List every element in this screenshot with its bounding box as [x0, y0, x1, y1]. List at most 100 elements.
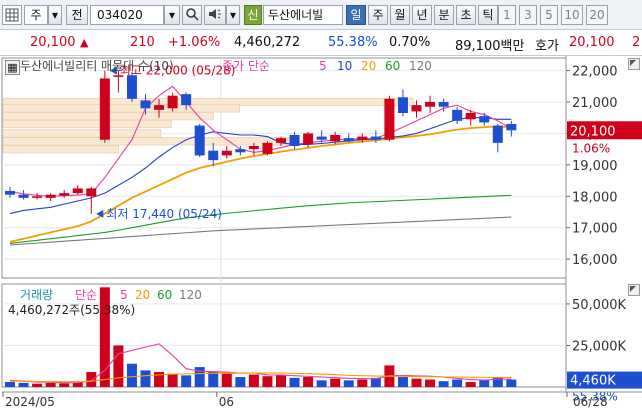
chart-svg[interactable]: 최고 22,000 (05/28)최저 17,440 (05/24)두산에너빌리…: [0, 56, 642, 410]
volume-bar: [276, 375, 286, 387]
volume-bar: [235, 377, 246, 387]
volume-panel-corner-button[interactable]: [628, 284, 640, 296]
search-icon: [186, 8, 199, 21]
price-axis-label: 22,000: [572, 65, 618, 80]
volume-bar: [221, 373, 232, 387]
price-ma-period-5: 5: [319, 59, 327, 73]
volume-bar: [167, 373, 178, 387]
price-axis-label: 18,000: [572, 190, 618, 205]
volume-ma-label: 단순: [75, 288, 97, 302]
volume-bar: [506, 379, 517, 387]
volume-bar: [316, 380, 327, 387]
up-arrow-icon: ▲: [80, 36, 89, 49]
current-price-tag-label: 20,100: [570, 124, 616, 139]
volume-bar: [32, 383, 43, 387]
candle-body: [154, 105, 165, 110]
current-price: 20,100: [30, 35, 76, 50]
volume-bar: [45, 382, 56, 387]
interval-button[interactable]: 3: [519, 5, 537, 25]
quote-extra: 2: [632, 35, 641, 50]
candle-body: [167, 95, 178, 109]
stock-code-input[interactable]: 034020: [90, 5, 164, 25]
interval-button[interactable]: 5: [540, 5, 558, 25]
volume-bar: [5, 382, 15, 387]
chart-settings-icon[interactable]: ▦: [5, 60, 20, 75]
chevron-down-icon: ▾: [229, 8, 237, 22]
volume-bar: [59, 383, 70, 387]
candle-body: [221, 150, 232, 156]
volume-bar: [262, 376, 273, 387]
search-button[interactable]: [182, 5, 202, 25]
candle-body: [357, 136, 368, 140]
grid-icon[interactable]: [2, 5, 22, 25]
candle-body: [411, 105, 422, 112]
period-tab[interactable]: 년: [412, 5, 432, 25]
price-ma-label: 종가 단순: [222, 59, 270, 73]
candle-body: [59, 193, 70, 196]
candle-body: [370, 136, 381, 140]
price-axis-label: 19,000: [572, 159, 618, 174]
price-panel-corner-button[interactable]: [628, 58, 640, 70]
market-type-label: 주: [30, 8, 42, 22]
volume-bar: [357, 379, 368, 387]
volume-bar: [465, 382, 476, 387]
candle-body: [316, 136, 327, 140]
market-type-dropdown[interactable]: ▾: [48, 5, 62, 25]
candle-body: [465, 113, 476, 120]
candle-body: [194, 125, 205, 156]
price-panel-title: 두산에너빌리티 매물대 수(10): [20, 59, 174, 73]
quote-price: 20,100: [569, 35, 615, 50]
candle-body: [140, 100, 151, 109]
code-type-button[interactable]: 전: [66, 5, 88, 25]
credit-badge: 신: [244, 5, 262, 25]
period-tab[interactable]: 틱: [478, 5, 498, 25]
candle-body: [45, 194, 56, 198]
candle-body: [492, 125, 503, 143]
candle-body: [330, 135, 341, 142]
candle-body: [18, 194, 29, 198]
period-tab[interactable]: 일: [346, 5, 366, 25]
volume-bar: [397, 377, 408, 387]
price-change: 210: [130, 35, 155, 50]
candle-body: [343, 138, 354, 142]
current-price-pct: 1.06%: [572, 141, 610, 155]
volume-bar: [425, 379, 436, 387]
period-tab[interactable]: 주: [368, 5, 388, 25]
candle-body: [506, 124, 517, 131]
period-tab[interactable]: 초: [456, 5, 476, 25]
price-ma-period-10: 10: [337, 59, 352, 73]
chevron-down-icon: ▾: [168, 8, 176, 22]
volume-bar: [479, 380, 490, 387]
stock-code-dropdown[interactable]: ▾: [164, 5, 180, 25]
chart-area[interactable]: 최고 22,000 (05/28) 최저 17,440 (05/24) 두산에너빌리…: [0, 56, 642, 410]
volume-bar: [140, 370, 151, 387]
stock-code-value: 034020: [97, 8, 143, 22]
volume-bar: [248, 374, 259, 387]
interval-button[interactable]: 1: [498, 5, 516, 25]
market-type-select[interactable]: 주: [24, 5, 48, 25]
volume-ma-period-120: 120: [179, 288, 202, 302]
volume-bar: [181, 375, 192, 387]
candle-body: [5, 190, 15, 195]
candle-body: [479, 116, 490, 123]
stock-name-field: 두산에너빌: [263, 5, 343, 25]
volume-bar: [113, 345, 124, 387]
period-tab[interactable]: 월: [390, 5, 410, 25]
interval-button[interactable]: 10: [561, 5, 583, 25]
period-tab[interactable]: 분: [434, 5, 454, 25]
candle-body: [99, 78, 110, 140]
interval-button[interactable]: 20: [586, 5, 608, 25]
volume-ma-period-60: 60: [157, 288, 172, 302]
volume-profile-bar: [2, 119, 172, 129]
trade-amount: 89,100백만: [455, 39, 525, 54]
sound-dropdown[interactable]: ▾: [226, 5, 240, 25]
sound-button[interactable]: [204, 5, 226, 25]
candle-body: [32, 196, 43, 198]
volume-profile-bar: [2, 104, 240, 113]
candle-body: [208, 150, 219, 161]
x-axis-label: 2024/05: [5, 395, 55, 409]
volume-bar: [126, 363, 137, 387]
turnover-rate: 0.70%: [389, 35, 431, 50]
volume-bar: [86, 372, 97, 387]
candle-body: [248, 146, 259, 150]
